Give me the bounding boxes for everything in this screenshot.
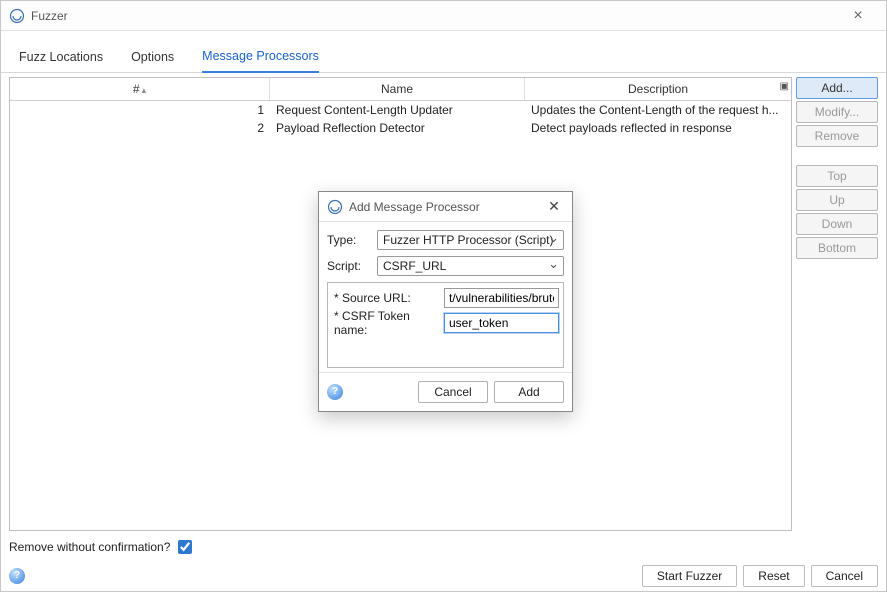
type-label: Type:	[327, 233, 371, 247]
add-button[interactable]: Add...	[796, 77, 878, 99]
window-close-icon[interactable]: ×	[838, 1, 878, 31]
down-button[interactable]: Down	[796, 213, 878, 235]
reset-button[interactable]: Reset	[743, 565, 804, 587]
script-label: Script:	[327, 259, 371, 273]
source-url-input[interactable]	[444, 288, 559, 308]
col-header-description[interactable]: Description ▣	[525, 78, 791, 100]
table-row[interactable]: 2 Payload Reflection Detector Detect pay…	[10, 119, 791, 137]
col-header-description-label: Description	[628, 82, 688, 96]
dialog-footer: ? Cancel Add	[319, 372, 572, 411]
script-row: Script: CSRF_URL	[327, 256, 564, 276]
dialog-title-bar: Add Message Processor ✕	[319, 192, 572, 222]
top-button[interactable]: Top	[796, 165, 878, 187]
param-row: * CSRF Token name:	[332, 309, 559, 337]
tab-message-processors[interactable]: Message Processors	[202, 49, 319, 73]
cell-number: 2	[10, 119, 270, 137]
tab-options[interactable]: Options	[131, 50, 174, 72]
param-label: * CSRF Token name:	[332, 309, 444, 337]
app-icon	[327, 199, 343, 215]
csrf-token-name-input[interactable]	[444, 313, 559, 333]
title-bar: Fuzzer ×	[1, 1, 886, 31]
bottom-button[interactable]: Bottom	[796, 237, 878, 259]
table-row[interactable]: 1 Request Content-Length Updater Updates…	[10, 101, 791, 119]
col-header-name[interactable]: Name	[270, 78, 525, 100]
bottom-bar: ? Start Fuzzer Reset Cancel	[1, 561, 886, 591]
remove-button[interactable]: Remove	[796, 125, 878, 147]
cell-description: Detect payloads reflected in response	[525, 119, 791, 137]
tab-row: Fuzz Locations Options Message Processor…	[1, 31, 886, 73]
script-combobox[interactable]: CSRF_URL	[377, 256, 564, 276]
type-combobox[interactable]: Fuzzer HTTP Processor (Script)	[377, 230, 564, 250]
bottom-buttons: Start Fuzzer Reset Cancel	[642, 565, 878, 587]
cancel-button[interactable]: Cancel	[811, 565, 878, 587]
help-icon[interactable]: ?	[9, 568, 25, 584]
start-fuzzer-button[interactable]: Start Fuzzer	[642, 565, 737, 587]
param-row: * Source URL:	[332, 287, 559, 309]
cell-name: Payload Reflection Detector	[270, 119, 525, 137]
type-row: Type: Fuzzer HTTP Processor (Script)	[327, 230, 564, 250]
col-header-number[interactable]: #▴	[10, 78, 270, 100]
app-icon	[9, 8, 25, 24]
up-button[interactable]: Up	[796, 189, 878, 211]
tab-fuzz-locations[interactable]: Fuzz Locations	[19, 50, 103, 72]
dialog-cancel-button[interactable]: Cancel	[418, 381, 488, 403]
side-button-column: Add... Modify... Remove Top Up Down Bott…	[796, 77, 878, 531]
dialog-close-icon[interactable]: ✕	[544, 198, 564, 215]
add-processor-dialog: Add Message Processor ✕ Type: Fuzzer HTT…	[318, 191, 573, 412]
table-menu-icon[interactable]: ▣	[780, 81, 789, 92]
cell-description: Updates the Content-Length of the reques…	[525, 101, 791, 119]
table-header-row: #▴ Name Description ▣	[10, 78, 791, 101]
cell-number: 1	[10, 101, 270, 119]
remove-confirm-checkbox[interactable]	[178, 540, 192, 554]
col-header-number-label: #	[133, 82, 140, 96]
help-icon[interactable]: ?	[327, 384, 343, 400]
param-label: * Source URL:	[332, 291, 444, 305]
modify-button[interactable]: Modify...	[796, 101, 878, 123]
window-title: Fuzzer	[31, 9, 68, 23]
parameters-panel: * Source URL: * CSRF Token name:	[327, 282, 564, 368]
cell-name: Request Content-Length Updater	[270, 101, 525, 119]
remove-confirm-label: Remove without confirmation?	[9, 540, 170, 554]
dialog-add-button[interactable]: Add	[494, 381, 564, 403]
dialog-body: Type: Fuzzer HTTP Processor (Script) Scr…	[319, 222, 572, 372]
dialog-title: Add Message Processor	[349, 200, 480, 214]
sort-asc-icon: ▴	[142, 85, 147, 95]
remove-confirm-row: Remove without confirmation?	[9, 537, 195, 557]
